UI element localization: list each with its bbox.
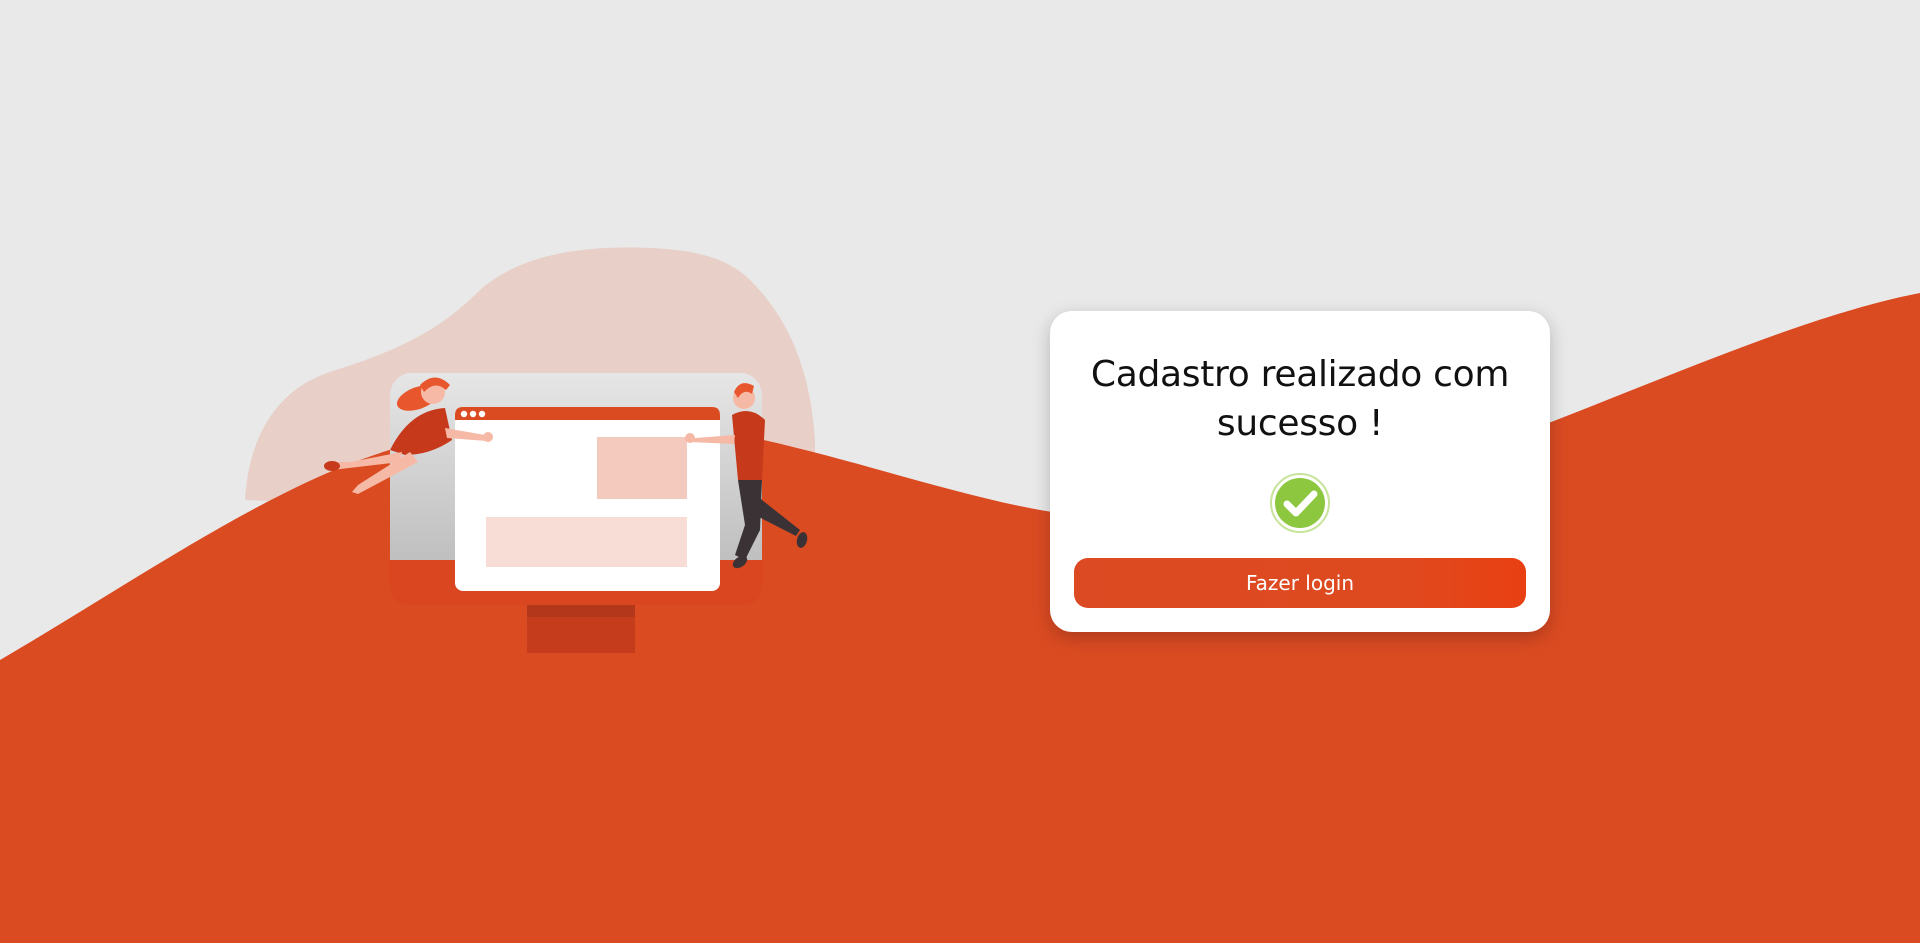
success-title: Cadastro realizado com sucesso ! [1090, 354, 1510, 444]
check-circle-icon [1269, 472, 1331, 534]
people-with-monitor-illustration [324, 373, 808, 653]
login-button[interactable]: Fazer login [1074, 558, 1526, 608]
success-card: Cadastro realizado com sucesso ! Fazer l… [1050, 311, 1550, 632]
